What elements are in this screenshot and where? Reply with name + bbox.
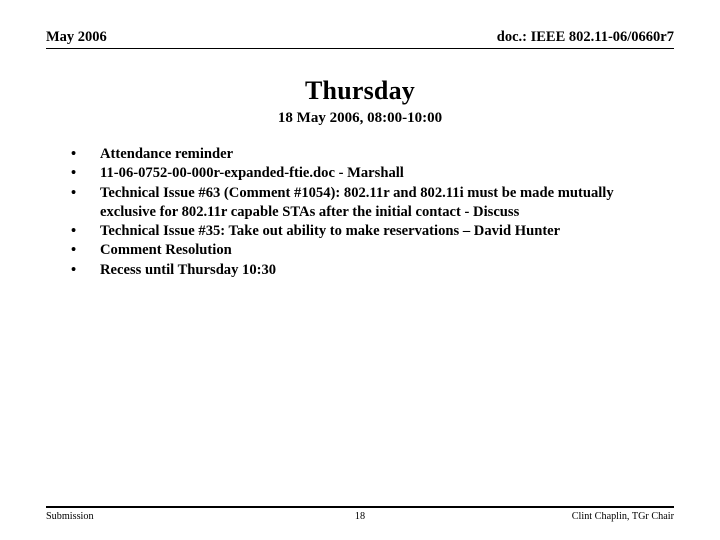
list-item: • Recess until Thursday 10:30 [62,261,662,280]
bullet-list: • Attendance reminder • 11-06-0752-00-00… [62,145,662,280]
list-item-label: Attendance reminder [100,146,234,162]
list-item: • Comment Resolution [62,241,662,260]
footer-divider [46,506,674,508]
list-item: • Technical Issue #35: Take out ability … [62,222,662,241]
page-subtitle: 18 May 2006, 08:00-10:00 [277,110,443,126]
list-item-label: Recess until Thursday 10:30 [100,261,277,278]
bullet-icon: • [71,242,77,259]
bullet-icon: • [71,223,77,240]
slide-header: May 2006 doc.: IEEE 802.11-06/0660r7 [46,28,674,50]
slide: May 2006 doc.: IEEE 802.11-06/0660r7 Thu… [0,0,720,540]
slide-footer: Submission 18 Clint Chaplin, TGr Chair [46,510,674,526]
header-row: May 2006 doc.: IEEE 802.11-06/0660r7 [46,28,674,46]
header-date: May 2006 [46,29,107,45]
footer-author-label: Clint Chaplin, TGr Chair [571,511,674,522]
list-item: • Technical Issue #63 (Comment #1054): 8… [62,184,662,223]
header-divider [46,48,674,49]
bullet-icon: • [71,146,77,162]
list-item-label: 11-06-0752-00-000r-expanded-ftie.doc - M… [100,165,404,182]
list-item: • Attendance reminder [62,145,662,164]
bullet-icon: • [71,261,77,278]
bullet-icon: • [71,184,77,201]
header-doc-reference: doc.: IEEE 802.11-06/0660r7 [496,29,674,45]
page-title: Thursday [305,76,415,105]
list-item-label: Technical Issue #63 (Comment #1054): 802… [100,184,614,220]
bullet-icon: • [71,165,77,182]
list-item-label: Technical Issue #35: Take out ability to… [100,223,561,240]
list-item-label: Comment Resolution [100,242,232,259]
list-item: • 11-06-0752-00-000r-expanded-ftie.doc -… [62,164,662,183]
